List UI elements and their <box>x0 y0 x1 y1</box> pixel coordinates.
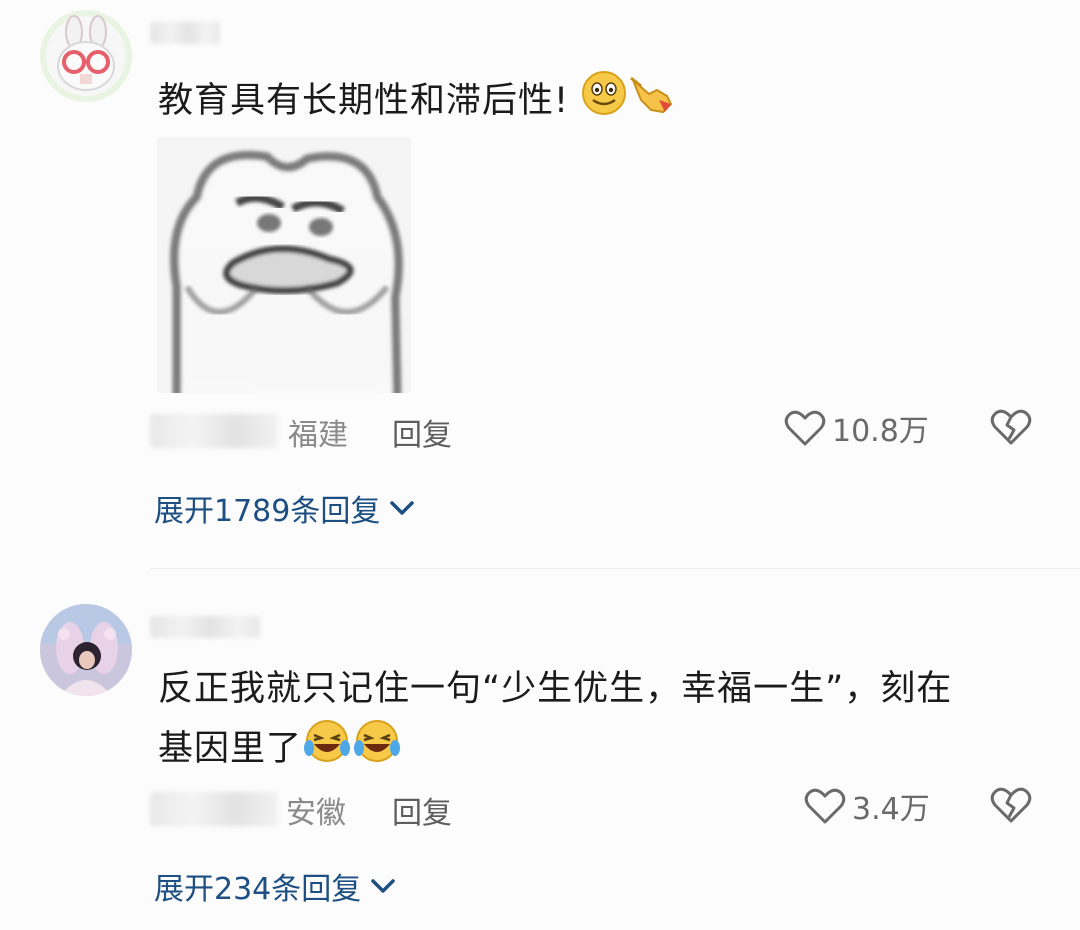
pointing-hand-icon <box>627 70 677 134</box>
comment-body-line2: 基因里了 <box>158 729 303 769</box>
like-button[interactable]: 3.4万 <box>804 784 930 828</box>
username-blurred[interactable] <box>150 22 220 44</box>
reply-button[interactable]: 回复 <box>392 410 452 454</box>
expand-replies-link[interactable]: 展开1789条回复 <box>154 486 416 530</box>
rabbit-avatar-icon <box>40 10 132 102</box>
comment-text: 教育具有长期性和滞后性! <box>158 70 677 134</box>
comment-body-line1: 反正我就只记住一句“少生优生，幸福一生”，刻在 <box>158 669 953 709</box>
avatar[interactable] <box>40 10 132 102</box>
girl-avatar-icon <box>40 604 132 696</box>
timestamp-blurred <box>150 792 278 826</box>
username-blurred[interactable] <box>150 616 260 638</box>
comment-meta: 安徽 回复 3.4万 <box>150 784 1040 834</box>
location-label: 安徽 <box>286 796 346 831</box>
chevron-down-icon <box>371 879 396 893</box>
broken-heart-icon <box>990 787 1032 823</box>
comment-body: 教育具有长期性和滞后性! <box>158 81 570 121</box>
avatar[interactable] <box>40 604 132 696</box>
comment-meta: 福建 回复 10.8万 <box>150 406 1040 456</box>
expand-replies-link[interactable]: 展开234条回复 <box>154 864 397 908</box>
like-count: 10.8万 <box>832 414 929 449</box>
heart-outline-icon <box>784 410 826 446</box>
reply-button[interactable]: 回复 <box>392 788 452 832</box>
laugh-cry-emoji-icon <box>352 718 402 782</box>
dislike-button[interactable] <box>990 786 1032 828</box>
laugh-cry-emoji-icon <box>302 718 352 782</box>
timestamp-blurred <box>150 414 278 448</box>
location-label: 福建 <box>288 418 348 453</box>
smile-emoji-icon <box>581 70 627 134</box>
heart-outline-icon <box>804 788 846 824</box>
chevron-down-icon <box>390 501 415 515</box>
frog-sticker-icon <box>157 137 411 393</box>
broken-heart-icon <box>990 409 1032 445</box>
comment-divider <box>150 568 1080 569</box>
expand-replies-label: 展开234条回复 <box>154 872 362 907</box>
like-count: 3.4万 <box>852 792 930 827</box>
dislike-button[interactable] <box>990 408 1032 450</box>
sticker-image[interactable] <box>157 137 411 393</box>
comment-text: 反正我就只记住一句“少生优生，幸福一生”，刻在 基因里了 <box>158 660 952 782</box>
expand-replies-label: 展开1789条回复 <box>154 494 381 529</box>
like-button[interactable]: 10.8万 <box>784 406 929 450</box>
